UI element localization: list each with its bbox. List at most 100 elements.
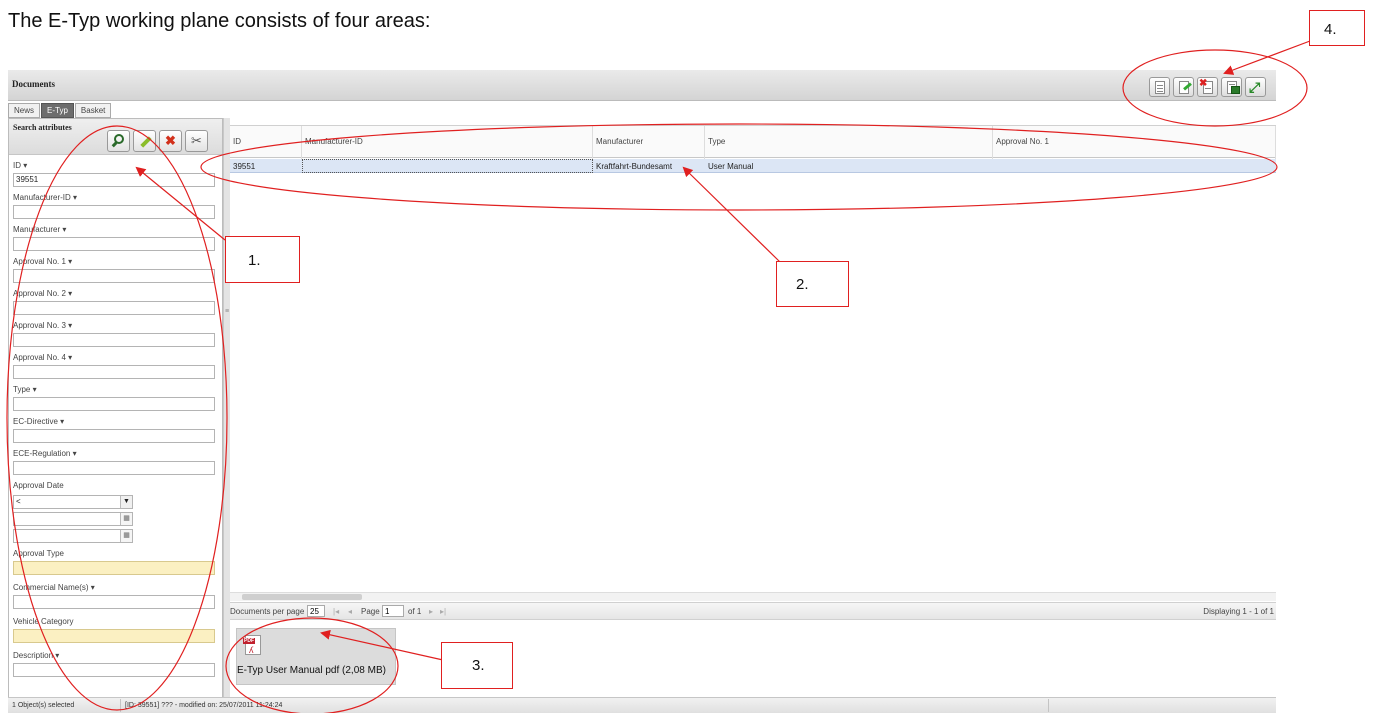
- first-page-icon[interactable]: |◂: [333, 607, 339, 616]
- field-approval-2: Approval No. 2 ▾: [13, 289, 215, 315]
- field-label: Approval Type: [13, 549, 64, 558]
- tab-basket[interactable]: Basket: [74, 103, 112, 118]
- cell-type: User Manual: [708, 162, 754, 171]
- callout-4: 4.: [1309, 10, 1365, 46]
- operator-value: <: [16, 497, 21, 506]
- attachment-tile[interactable]: PDF ʎ E-Typ User Manual pdf (2,08 MB): [236, 628, 396, 685]
- approval-1-input[interactable]: [13, 269, 215, 283]
- search-panel-header: Search attributes ✖ ✂: [9, 119, 222, 155]
- ece-regulation-input[interactable]: [13, 461, 215, 475]
- delete-document-icon[interactable]: ✖: [1197, 77, 1218, 97]
- column-header-manufacturer-id[interactable]: Manufacturer-ID: [302, 126, 593, 159]
- calendar-icon[interactable]: ▦: [120, 530, 132, 542]
- approval-4-input[interactable]: [13, 365, 215, 379]
- search-panel-title: Search attributes: [13, 123, 72, 132]
- approval-3-input[interactable]: [13, 333, 215, 347]
- next-page-icon[interactable]: ▸: [429, 607, 433, 616]
- scrollbar-thumb[interactable]: [242, 594, 362, 600]
- field-label[interactable]: Description ▾: [13, 651, 215, 663]
- approval-date-from-input[interactable]: ▦: [13, 512, 133, 526]
- field-label[interactable]: Manufacturer-ID ▾: [13, 193, 215, 205]
- field-label[interactable]: Manufacturer ▾: [13, 225, 215, 237]
- delete-icon: ✖: [165, 133, 176, 148]
- approval-date-operator-select[interactable]: < ▼: [13, 495, 133, 509]
- field-description: Description ▾: [13, 651, 215, 677]
- table-row[interactable]: 39551 Kraftfahrt-Bundesamt User Manual: [230, 159, 1276, 173]
- excel-export-icon[interactable]: [1221, 77, 1242, 97]
- field-label[interactable]: EC-Directive ▾: [13, 417, 215, 429]
- ec-directive-input[interactable]: [13, 429, 215, 443]
- column-header-type[interactable]: Type: [705, 126, 993, 159]
- field-approval-3: Approval No. 3 ▾: [13, 321, 215, 347]
- cell-manufacturer: Kraftfahrt-Bundesamt: [596, 162, 673, 171]
- per-page-label: Documents per page: [230, 607, 305, 616]
- description-input[interactable]: [13, 663, 215, 677]
- field-label[interactable]: ECE-Regulation ▾: [13, 449, 215, 461]
- column-header-id[interactable]: ID: [230, 126, 302, 159]
- field-approval-type: Approval Type: [13, 549, 215, 575]
- field-commercial-names: Commercial Name(s) ▾: [13, 583, 215, 609]
- pdf-tag: PDF: [243, 638, 255, 644]
- field-label[interactable]: Approval No. 3 ▾: [13, 321, 215, 333]
- field-id: ID ▾ 39551: [13, 161, 215, 187]
- search-panel-toolbar: ✖ ✂: [107, 130, 208, 152]
- field-ece-regulation: ECE-Regulation ▾: [13, 449, 215, 475]
- edit-document-icon[interactable]: [1173, 77, 1194, 97]
- field-label[interactable]: Approval No. 4 ▾: [13, 353, 215, 365]
- field-approval-date: Approval Date: [13, 481, 215, 493]
- cell-id: 39551: [233, 162, 256, 171]
- per-page-input[interactable]: [307, 605, 325, 617]
- vehicle-category-input[interactable]: [13, 629, 215, 643]
- page-number-input[interactable]: [382, 605, 404, 617]
- field-type: Type ▾: [13, 385, 215, 411]
- field-label[interactable]: Approval No. 2 ▾: [13, 289, 215, 301]
- search-button[interactable]: [107, 130, 130, 152]
- manufacturer-id-input[interactable]: [13, 205, 215, 219]
- column-header-approval-1[interactable]: Approval No. 1: [993, 126, 1276, 159]
- field-label[interactable]: Commercial Name(s) ▾: [13, 583, 215, 595]
- id-input[interactable]: 39551: [13, 173, 215, 187]
- tab-news[interactable]: News: [8, 103, 41, 118]
- search-attributes-panel: Search attributes ✖ ✂ ID ▾ 39551 Manufac…: [8, 118, 223, 698]
- approval-2-input[interactable]: [13, 301, 215, 315]
- calendar-icon[interactable]: ▦: [120, 513, 132, 525]
- delete-search-button[interactable]: ✖: [159, 130, 182, 152]
- field-label[interactable]: Type ▾: [13, 385, 215, 397]
- grid-header: ID Manufacturer-ID Manufacturer Type App…: [230, 125, 1276, 159]
- field-ec-directive: EC-Directive ▾: [13, 417, 215, 443]
- callout-3: 3.: [441, 642, 513, 689]
- grid-horizontal-scrollbar[interactable]: [230, 592, 1276, 601]
- page-label: Page: [361, 607, 380, 616]
- prev-page-icon[interactable]: ◂: [348, 607, 352, 616]
- commercial-names-input[interactable]: [13, 595, 215, 609]
- callout-1: 1.: [225, 236, 300, 283]
- field-approval-4: Approval No. 4 ▾: [13, 353, 215, 379]
- callout-2: 2.: [776, 261, 849, 307]
- field-label[interactable]: ID ▾: [13, 161, 215, 173]
- pdf-file-icon[interactable]: PDF ʎ: [243, 635, 261, 655]
- last-page-icon[interactable]: ▸|: [440, 607, 446, 616]
- column-header-manufacturer[interactable]: Manufacturer: [593, 126, 705, 159]
- chevron-down-icon[interactable]: ▼: [120, 496, 132, 508]
- attachment-label[interactable]: E-Typ User Manual pdf (2,08 MB): [237, 665, 386, 676]
- new-document-icon[interactable]: [1149, 77, 1170, 97]
- tab-e-typ[interactable]: E-Typ: [41, 103, 74, 118]
- tab-bar: News E-Typ Basket: [8, 103, 112, 118]
- approval-date-to-input[interactable]: ▦: [13, 529, 133, 543]
- approval-type-input[interactable]: [13, 561, 215, 575]
- document-info: [ID: 39551] ??? - modified on: 25/07/201…: [125, 702, 283, 709]
- results-grid: ID Manufacturer-ID Manufacturer Type App…: [230, 125, 1276, 595]
- manufacturer-input[interactable]: [13, 237, 215, 251]
- panel-splitter[interactable]: ≡: [223, 118, 230, 698]
- callout-2-label: 2.: [796, 276, 809, 293]
- settings-icon: ✂: [191, 133, 202, 148]
- documents-title: Documents: [12, 79, 55, 89]
- type-input[interactable]: [13, 397, 215, 411]
- expand-icon[interactable]: ⤢: [1245, 77, 1266, 97]
- field-label[interactable]: Approval No. 1 ▾: [13, 257, 215, 269]
- field-label: Vehicle Category: [13, 617, 74, 626]
- callout-3-label: 3.: [472, 657, 485, 674]
- clear-search-button[interactable]: [133, 130, 156, 152]
- settings-button[interactable]: ✂: [185, 130, 208, 152]
- cell-manufacturer-id: [302, 159, 593, 173]
